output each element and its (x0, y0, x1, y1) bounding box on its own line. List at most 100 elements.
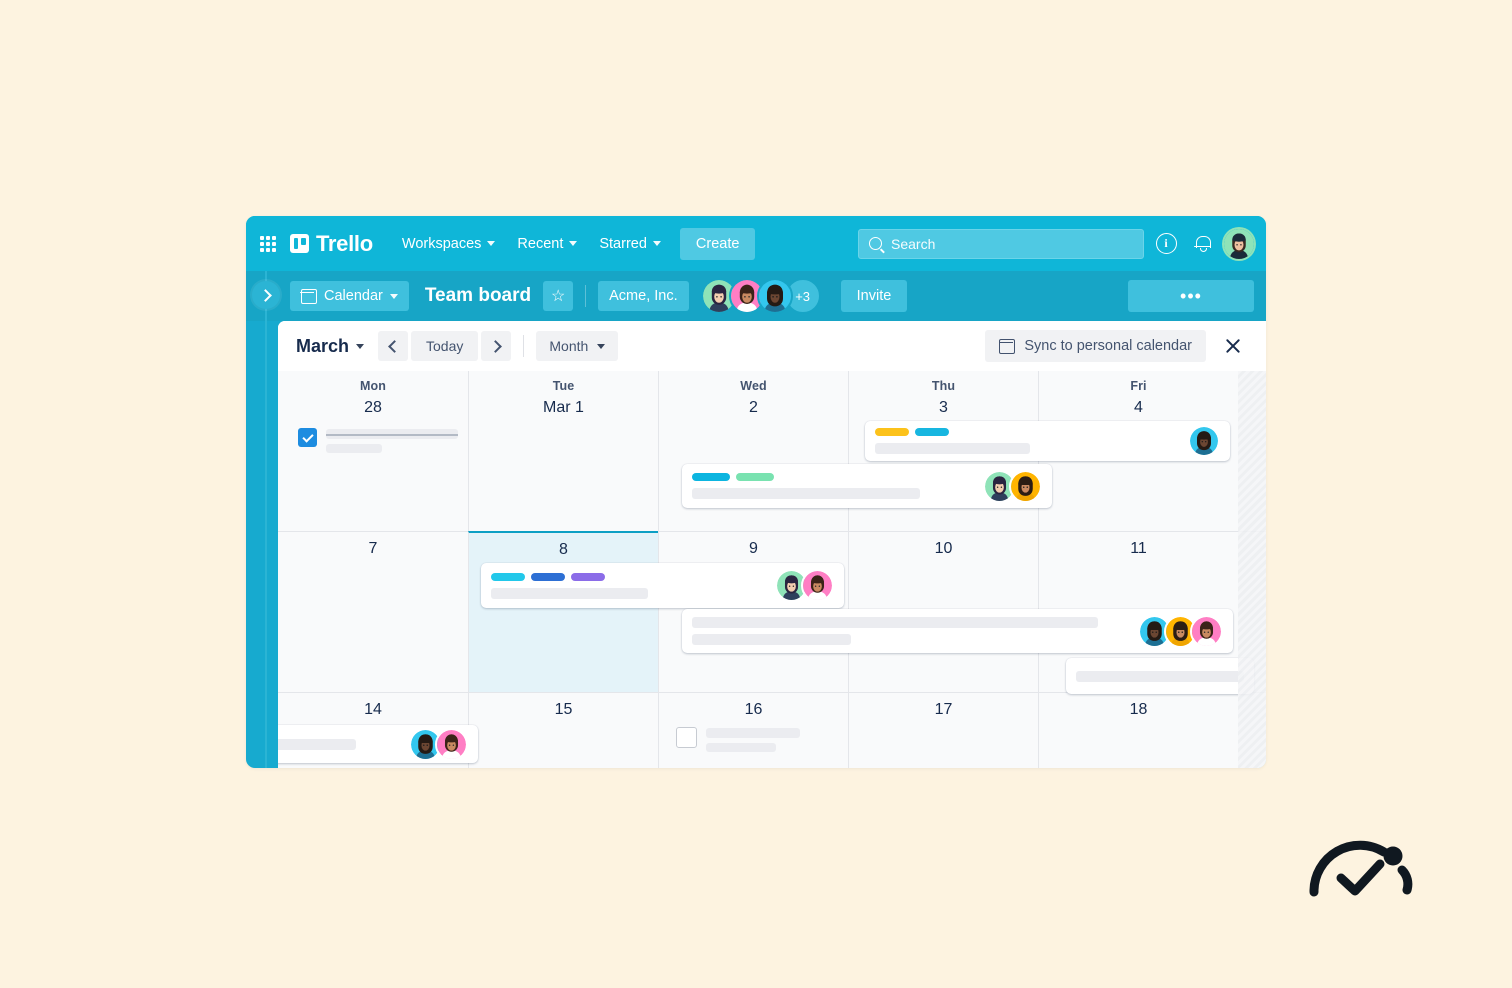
day-cell-17[interactable]: 17 (848, 693, 1038, 768)
event-card-mar-8[interactable] (481, 563, 844, 608)
notifications-button[interactable] (1188, 230, 1216, 258)
info-button[interactable]: i (1152, 230, 1180, 258)
event-card-content (1066, 659, 1254, 694)
day-of-week-label: Thu (931, 379, 956, 393)
label-yellow (875, 428, 909, 436)
avatar-art (1190, 427, 1218, 455)
day-cell-tue-1[interactable]: Tue Mar 1 (468, 371, 658, 531)
event-card-mar-3[interactable] (865, 421, 1230, 461)
member-avatar-pink[interactable] (1190, 614, 1223, 648)
event-card-content (481, 565, 775, 607)
avatar-art (803, 571, 832, 600)
workspace-chip[interactable]: Acme, Inc. (598, 281, 689, 311)
sync-to-personal-calendar-button[interactable]: Sync to personal calendar (985, 330, 1206, 362)
event-members (1138, 614, 1233, 648)
atlassian-check-logo (1308, 828, 1418, 900)
day-cell-18[interactable]: 18 (1038, 693, 1238, 768)
invite-button[interactable]: Invite (840, 280, 908, 312)
today-button[interactable]: Today (411, 331, 479, 361)
event-title-placeholder (1076, 670, 1244, 682)
member-avatar-cyan[interactable] (1188, 425, 1220, 457)
event-members (409, 727, 478, 761)
top-navigation-bar: Trello Workspaces Recent Starred Create … (246, 216, 1266, 271)
chevron-right-icon (489, 339, 502, 353)
search-icon (869, 237, 882, 250)
month-selector[interactable]: March (296, 335, 365, 357)
event-members (775, 569, 844, 602)
event-card-content (682, 609, 1138, 653)
star-board-button[interactable]: ☆ (543, 281, 574, 311)
nav-starred[interactable]: Starred (590, 230, 670, 258)
grid-apps-icon[interactable] (260, 235, 276, 252)
event-card-mar-14[interactable] (278, 725, 478, 763)
calendar-grid: Mon 28 Tue Mar 1 Wed 2 Thu 3 Fri 4 7 8 9… (278, 371, 1266, 768)
month-label: March (296, 335, 350, 356)
event-title-placeholder (692, 488, 920, 499)
day-number: 7 (368, 540, 378, 557)
day-cell-15[interactable]: 15 (468, 693, 658, 768)
event-checklist-mar-28[interactable] (298, 428, 458, 458)
previous-period-button[interactable] (378, 331, 409, 361)
checkbox-unchecked-icon[interactable] (676, 727, 697, 748)
day-number: 18 (1129, 701, 1148, 718)
event-title-placeholder (692, 617, 1098, 628)
chevron-right-icon (258, 288, 272, 302)
day-of-week-label: Fri (1130, 379, 1147, 393)
calendar-toolbar: March Today Month Sync to personal calen… (278, 321, 1266, 371)
trello-wordmark: Trello (316, 230, 373, 256)
member-avatar-pink[interactable] (801, 569, 834, 602)
day-number: 16 (744, 701, 763, 718)
user-avatar[interactable] (1224, 228, 1254, 259)
day-number: 8 (559, 541, 568, 558)
event-labels (875, 428, 1178, 436)
member-avatar-pink[interactable] (435, 727, 468, 761)
create-button[interactable]: Create (679, 227, 756, 260)
day-number: 3 (939, 399, 948, 416)
nav-recent-label: Recent (517, 235, 564, 252)
event-card-mar-11[interactable] (1066, 658, 1254, 694)
next-period-button[interactable] (481, 331, 512, 361)
nav-recent[interactable]: Recent (508, 230, 586, 258)
member-avatar-3[interactable] (756, 278, 793, 314)
label-blue (531, 572, 565, 581)
checkbox-checked-icon[interactable] (298, 428, 317, 447)
day-number: 14 (364, 701, 382, 718)
event-subtitle-placeholder (692, 634, 851, 645)
event-title-placeholder (491, 587, 648, 599)
event-card-mar-2[interactable] (682, 464, 1052, 508)
board-title[interactable]: Team board (425, 285, 531, 307)
board-menu-button[interactable]: ••• (1128, 280, 1254, 312)
day-of-week-label: Mon (360, 379, 386, 393)
member-avatar-amber[interactable] (1009, 469, 1042, 503)
label-sky (491, 572, 525, 581)
avatar-art (758, 280, 791, 312)
search-placeholder: Search (891, 235, 936, 252)
expand-sidebar-button[interactable] (252, 281, 280, 309)
search-input[interactable]: Search (858, 228, 1144, 259)
day-of-week-label: Wed (740, 379, 767, 393)
day-cell-8-today[interactable]: 8 (468, 531, 658, 692)
day-number: 11 (1130, 540, 1147, 557)
close-calendar-button[interactable] (1218, 331, 1248, 361)
day-cell-7[interactable]: 7 (278, 532, 468, 692)
avatar-art (1224, 228, 1254, 259)
event-card-content (278, 726, 409, 763)
calendar-week-row: 14 15 16 17 18 (278, 692, 1266, 768)
day-number: 17 (934, 701, 953, 718)
board-members: +3 (700, 278, 821, 314)
event-labels (491, 572, 765, 581)
view-switcher-calendar[interactable]: Calendar (290, 281, 409, 311)
day-number: 4 (1134, 399, 1143, 416)
trello-logo[interactable]: Trello (290, 231, 373, 257)
calendar-panel: March Today Month Sync to personal calen… (278, 321, 1266, 768)
nav-workspaces[interactable]: Workspaces (393, 230, 505, 258)
label-purple (571, 572, 605, 581)
event-text-placeholder (706, 727, 812, 757)
divider (523, 335, 525, 357)
calendar-icon (300, 288, 317, 304)
nav-starred-label: Starred (599, 235, 647, 252)
calendar-view-select[interactable]: Month (536, 331, 619, 361)
event-checklist-mar-16[interactable] (676, 727, 812, 757)
event-card-mar-9[interactable] (682, 609, 1233, 653)
event-card-content (682, 465, 983, 507)
